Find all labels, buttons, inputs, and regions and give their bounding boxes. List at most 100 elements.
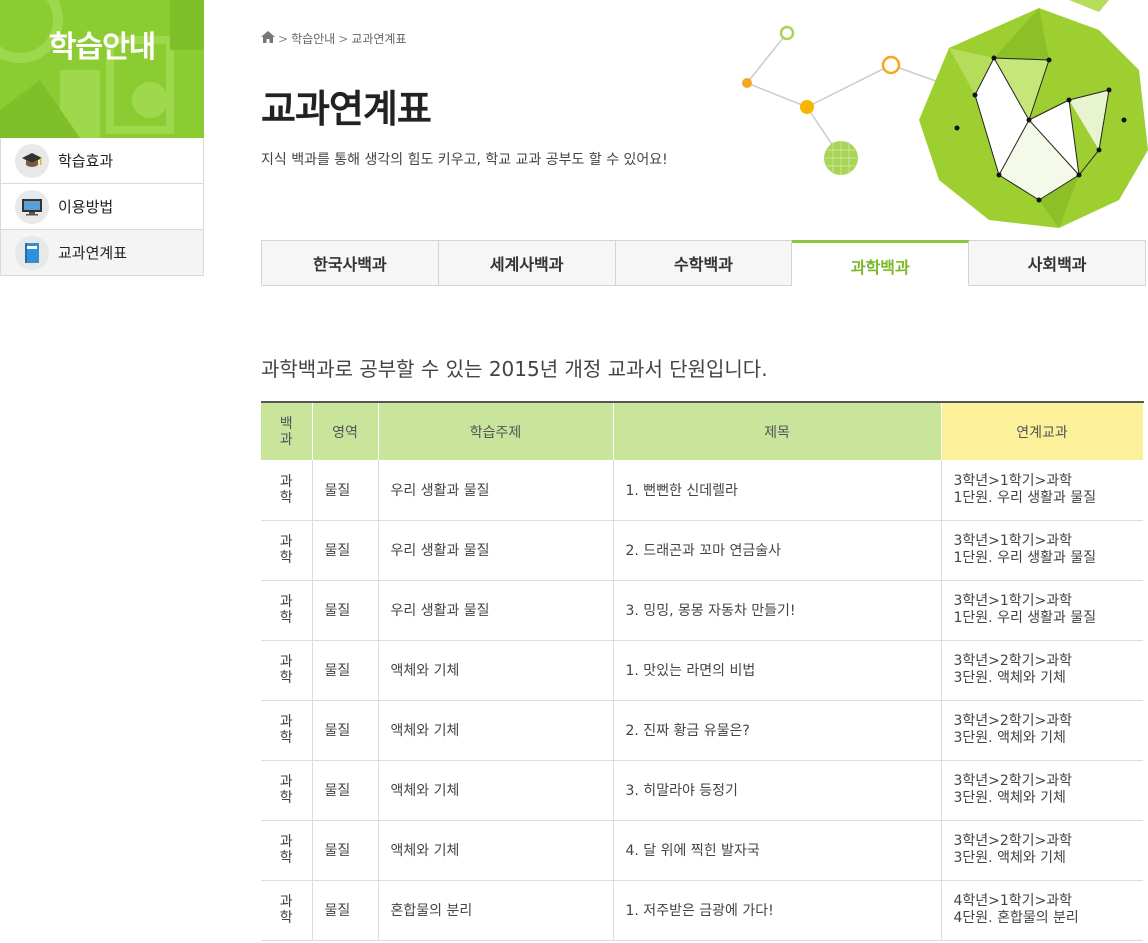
cell-linked-subject: 3학년>2학기>과학 3단원. 액체와 기체 bbox=[941, 820, 1143, 881]
cell-topic: 액체와 기체 bbox=[378, 760, 614, 821]
book-icon bbox=[15, 235, 49, 270]
cell-enc-line2: 학 bbox=[279, 610, 293, 626]
header-enc-line: 백 bbox=[279, 415, 293, 432]
cell-topic: 우리 생활과 물질 bbox=[378, 580, 614, 641]
cell-enc-line2: 학 bbox=[279, 850, 293, 866]
page-description: 지식 백과를 통해 생각의 힘도 키우고, 학교 교과 공부도 할 수 있어요! bbox=[261, 152, 668, 168]
cell-encyclopedia: 과학 bbox=[261, 880, 313, 941]
tab-science[interactable]: 과학백과 bbox=[792, 240, 970, 286]
sidebar-item-how-to-use[interactable]: 이용방법 bbox=[1, 184, 203, 230]
table-row: 과 학 물질 혼합물의 분리 1. 저주받은 금광에 가다! 4학년>1학기>과학 4단원.… bbox=[261, 880, 1143, 941]
cell-area: 물질 bbox=[312, 520, 379, 581]
sidebar-banner-title: 학습안내 bbox=[48, 30, 156, 65]
hero-illustration-icon bbox=[742, 0, 1148, 228]
encyclopedia-tabs: 한국사백과 세계사백과 수학백과 과학백과 사회백과 bbox=[261, 240, 1146, 286]
table-intro-text: 과학백과로 공부할 수 있는 2015년 개정 교과서 단원입니다. bbox=[261, 357, 768, 381]
cell-enc-line1: 과 bbox=[279, 594, 293, 610]
cell-enc-line2: 학 bbox=[279, 489, 293, 506]
cell-linked-line1: 3학년>1학기>과학 bbox=[953, 593, 1073, 609]
cell-linked-subject: 3학년>2학기>과학 3단원. 액체와 기체 bbox=[941, 700, 1143, 761]
header-enc-line: 과 bbox=[279, 431, 293, 448]
tab-korean-history[interactable]: 한국사백과 bbox=[261, 240, 439, 286]
cell-encyclopedia: 과학 bbox=[261, 760, 313, 821]
curriculum-table-wrapper: 백과 영역 학습주제 제목 연계교과 과 학 물질 우리 생활과 물질 1. 뻔뻔한 신… bbox=[261, 401, 1144, 941]
graduation-cap-icon bbox=[15, 143, 49, 178]
cell-linked-line1: 3학년>2학기>과학 bbox=[953, 773, 1073, 789]
cell-encyclopedia: 과학 bbox=[261, 820, 313, 881]
tab-math[interactable]: 수학백과 bbox=[615, 240, 793, 286]
cell-linked-line1: 3학년>2학기>과학 bbox=[953, 653, 1073, 669]
cell-title[interactable]: 1. 저주받은 금광에 가다! bbox=[613, 880, 942, 941]
table-body: 과 학 물질 우리 생활과 물질 1. 뻔뻔한 신데렐라 3학년>1학기>과학 1단원. 우… bbox=[261, 460, 1143, 941]
tab-world-history[interactable]: 세계사백과 bbox=[438, 240, 616, 286]
cell-title[interactable]: 4. 달 위에 찍힌 발자국 bbox=[613, 820, 942, 881]
sidebar-item-label: 교과연계표 bbox=[58, 244, 128, 262]
cell-title[interactable]: 2. 진짜 황금 유물은? bbox=[613, 700, 942, 761]
cell-enc-line2: 학 bbox=[279, 670, 293, 686]
cell-linked-line1: 3학년>2학기>과학 bbox=[953, 833, 1073, 849]
cell-enc-line1: 과 bbox=[279, 774, 293, 790]
table-row: 과 학 물질 우리 생활과 물질 2. 드래곤과 꼬마 연금술사 3학년>1학기>과학 1단… bbox=[261, 520, 1143, 581]
table-row: 과 학 물질 액체와 기체 2. 진짜 황금 유물은? 3학년>2학기>과학 3단원. 액체… bbox=[261, 700, 1143, 761]
cell-linked-subject: 3학년>2학기>과학 3단원. 액체와 기체 bbox=[941, 760, 1143, 821]
cell-linked-line1: 3학년>2학기>과학 bbox=[953, 713, 1073, 729]
sidebar-item-curriculum-table[interactable]: 교과연계표 bbox=[1, 230, 203, 276]
cell-enc-line1: 과 bbox=[279, 714, 293, 730]
cell-enc-line1: 과 bbox=[279, 894, 293, 910]
cell-enc-line1: 과 bbox=[279, 654, 293, 670]
cell-linked-line2: 3단원. 액체와 기체 bbox=[953, 850, 1066, 866]
cell-linked-subject: 3학년>1학기>과학 1단원. 우리 생활과 물질 bbox=[941, 520, 1143, 581]
header-encyclopedia-label: 백과 bbox=[280, 416, 293, 448]
page-title: 교과연계표 bbox=[261, 87, 432, 131]
cell-area: 물질 bbox=[312, 820, 379, 881]
banner-pattern-icon bbox=[0, 0, 204, 138]
cell-encyclopedia: 과학 bbox=[261, 640, 313, 701]
curriculum-table: 백과 영역 학습주제 제목 연계교과 과 학 물질 우리 생활과 물질 1. 뻔뻔한 신… bbox=[261, 401, 1144, 941]
cell-encyclopedia: 과학 bbox=[261, 460, 313, 521]
header-linked-subject: 연계교과 bbox=[941, 401, 1144, 460]
table-row: 과 학 물질 액체와 기체 3. 히말라야 등정기 3학년>2학기>과학 3단원. 액체와 … bbox=[261, 760, 1143, 821]
header-topic: 학습주제 bbox=[378, 401, 614, 460]
cell-area: 물질 bbox=[312, 640, 379, 701]
sidebar-banner: 학습안내 bbox=[0, 0, 204, 138]
cell-encyclopedia: 과학 bbox=[261, 520, 313, 581]
breadcrumb-separator: > bbox=[338, 31, 349, 46]
home-icon[interactable] bbox=[261, 31, 275, 46]
cell-linked-line1: 3학년>1학기>과학 bbox=[953, 472, 1073, 489]
table-row: 과 학 물질 액체와 기체 1. 맛있는 라면의 비법 3학년>2학기>과학 3단원. 액체… bbox=[261, 640, 1143, 701]
breadcrumb-item[interactable]: 교과연계표 bbox=[351, 30, 406, 47]
cell-area: 물질 bbox=[312, 760, 379, 821]
cell-area: 물질 bbox=[312, 700, 379, 761]
cell-topic: 우리 생활과 물질 bbox=[378, 460, 614, 521]
cell-area: 물질 bbox=[312, 880, 379, 941]
cell-title[interactable]: 3. 히말라야 등정기 bbox=[613, 760, 942, 821]
cell-linked-subject: 3학년>2학기>과학 3단원. 액체와 기체 bbox=[941, 640, 1143, 701]
cell-title[interactable]: 1. 뻔뻔한 신데렐라 bbox=[613, 460, 942, 521]
cell-title[interactable]: 2. 드래곤과 꼬마 연금술사 bbox=[613, 520, 942, 581]
cell-linked-line2: 1단원. 우리 생활과 물질 bbox=[953, 550, 1097, 566]
sidebar: 학습안내 학습효과 이용방법 교과연계표 bbox=[0, 0, 204, 276]
cell-title[interactable]: 3. 밍밍, 몽몽 자동차 만들기! bbox=[613, 580, 942, 641]
cell-linked-subject: 3학년>1학기>과학 1단원. 우리 생활과 물질 bbox=[941, 580, 1143, 641]
cell-encyclopedia: 과학 bbox=[261, 580, 313, 641]
cell-topic: 우리 생활과 물질 bbox=[378, 520, 614, 581]
cell-enc-line1: 과 bbox=[279, 834, 293, 850]
cell-enc-line2: 학 bbox=[279, 730, 293, 746]
cell-title[interactable]: 1. 맛있는 라면의 비법 bbox=[613, 640, 942, 701]
cell-enc-line2: 학 bbox=[279, 790, 293, 806]
sidebar-item-learning-effect[interactable]: 학습효과 bbox=[1, 138, 203, 184]
breadcrumb-item[interactable]: 학습안내 bbox=[291, 30, 335, 47]
cell-linked-line2: 4단원. 혼합물의 분리 bbox=[953, 910, 1079, 926]
table-header-row: 백과 영역 학습주제 제목 연계교과 bbox=[261, 401, 1144, 460]
breadcrumb: > 학습안내 > 교과연계표 bbox=[261, 30, 407, 47]
tab-society[interactable]: 사회백과 bbox=[969, 240, 1146, 286]
table-row: 과 학 물질 액체와 기체 4. 달 위에 찍힌 발자국 3학년>2학기>과학 3단원. 액… bbox=[261, 820, 1143, 881]
cell-linked-subject: 3학년>1학기>과학 1단원. 우리 생활과 물질 bbox=[941, 460, 1143, 521]
cell-enc-line1: 과 bbox=[279, 534, 293, 550]
breadcrumb-separator: > bbox=[278, 31, 289, 46]
cell-linked-line2: 1단원. 우리 생활과 물질 bbox=[953, 610, 1097, 626]
cell-linked-subject: 4학년>1학기>과학 4단원. 혼합물의 분리 bbox=[941, 880, 1143, 941]
cell-topic: 액체와 기체 bbox=[378, 820, 614, 881]
cell-enc-line2: 학 bbox=[279, 550, 293, 566]
side-menu: 학습효과 이용방법 교과연계표 bbox=[0, 138, 204, 276]
